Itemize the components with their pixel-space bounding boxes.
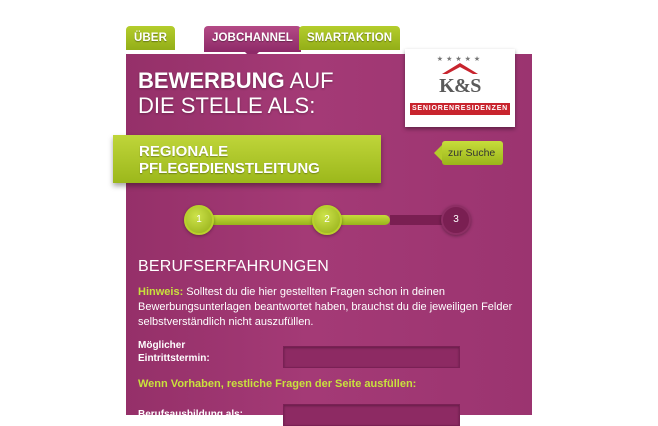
headline-rest: AUF [284,68,334,93]
step-1[interactable]: 1 [184,205,214,235]
hint-label: Hinweis: [138,286,184,298]
step-3[interactable]: 3 [441,205,471,235]
page-title: BEWERBUNG AUF DIE STELLE ALS: [138,68,334,118]
training-input[interactable] [283,404,460,426]
entry-date-label: Möglicher Eintrittstermin: [138,339,210,365]
position-title: REGIONALE PFLEGEDIENSTLEITUNG [139,143,320,177]
logo-brand: K&S [439,75,481,97]
tab-smartaktion[interactable]: SMARTAKTION [299,26,401,50]
entry-date-label-line1: Möglicher [138,340,186,351]
tab-ueber-ks[interactable]: ÜBER K&S [126,26,175,68]
arrow-left-icon [434,145,442,161]
entry-date-input[interactable] [283,346,460,368]
position-ribbon: REGIONALE PFLEGEDIENSTLEITUNG [113,135,381,183]
position-line2: PFLEGEDIENSTLEITUNG [139,160,320,177]
tab-jobchannel-label: JOBCHANNEL [212,32,293,44]
tab-jobchannel[interactable]: JOBCHANNEL [204,26,301,59]
hint-body: Solltest du die hier gestellten Fragen s… [138,286,513,328]
section-title: BERUFSERFAHRUNGEN [138,258,329,275]
back-to-search-button[interactable]: zur Suche [434,141,504,165]
headline-line2: DIE STELLE ALS: [138,93,316,118]
progress-track-done [200,215,390,225]
hint-text: Hinweis: Solltest du die hier gestellten… [138,285,518,330]
optional-note: Wenn Vorhaben, restliche Fragen der Seit… [138,378,417,390]
entry-date-label-line2: Eintrittstermin: [138,353,210,364]
ks-logo: ★★★★★ K&S SENIORENRESIDENZEN [405,49,515,127]
headline-bold: BEWERBUNG [138,68,285,93]
position-line1: REGIONALE [139,143,229,160]
step-2[interactable]: 2 [312,205,342,235]
logo-subtitle: SENIORENRESIDENZEN [410,103,510,115]
back-button-label: zur Suche [448,147,496,159]
roof-icon [442,63,478,74]
